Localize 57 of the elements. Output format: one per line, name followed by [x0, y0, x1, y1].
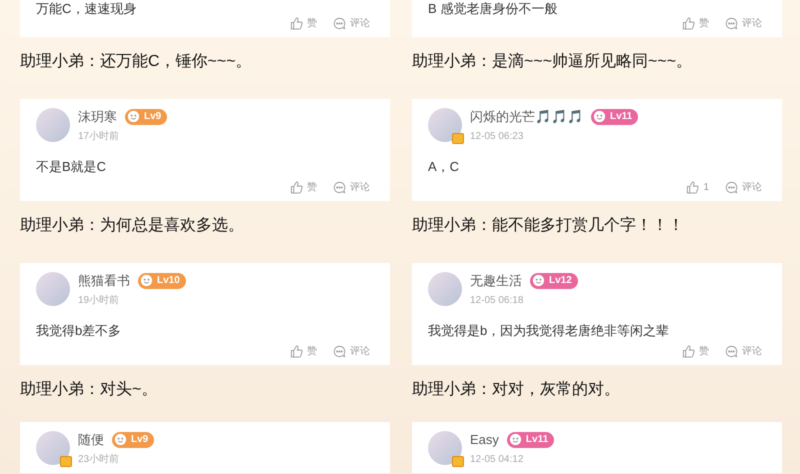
post-time: 19小时前	[78, 294, 120, 308]
comment-button[interactable]: 评论	[333, 344, 370, 359]
reply-text: 助理小弟：为何总是喜欢多选。	[20, 216, 245, 236]
thumbs-up-icon	[682, 17, 695, 30]
like-button[interactable]: 赞	[682, 16, 709, 31]
level-badge: Lv11	[506, 432, 554, 448]
smiley-face-icon	[532, 274, 545, 288]
post-time: 12-05 06:23	[470, 130, 524, 144]
post-time: 17小时前	[78, 130, 120, 144]
post-time: 23小时前	[78, 452, 120, 466]
like-button[interactable]: 赞	[290, 16, 317, 31]
reply-text: 助理小弟：是滴~~~帅逼所见略同~~~。	[412, 52, 694, 72]
comment-text: B 感觉老唐身份不一般	[428, 2, 558, 16]
level-badge: Lv9	[112, 432, 154, 448]
comment-button[interactable]: 评论	[333, 16, 370, 31]
level-badge: Lv10	[138, 272, 186, 289]
comment-button[interactable]: 评论	[725, 180, 762, 195]
comment-button[interactable]: 评论	[333, 180, 370, 195]
reply-text: 助理小弟：对对，灰常的对。	[412, 380, 621, 400]
smiley-face-icon	[593, 110, 606, 124]
reply-text: 助理小弟：还万能C，锤你~~~。	[20, 52, 253, 72]
like-button[interactable]: 1	[686, 180, 709, 195]
smiley-face-icon	[508, 433, 522, 446]
level-badge: Lv9	[125, 108, 168, 125]
thumbs-up-icon	[682, 345, 695, 358]
comment-bubble-icon	[333, 181, 346, 194]
comment-button[interactable]: 评论	[725, 16, 762, 31]
thumbs-up-icon	[290, 17, 303, 30]
comment-text: A，C	[428, 158, 460, 176]
post-time: 12-05 04:12	[470, 452, 524, 466]
thumbs-up-icon	[686, 181, 700, 194]
level-badge: Lv12	[530, 272, 578, 289]
comment-bubble-icon	[333, 17, 346, 30]
thumbs-up-icon	[290, 345, 303, 358]
user-name[interactable]: 随便	[78, 430, 104, 450]
level-badge: Lv11	[591, 108, 638, 125]
user-name[interactable]: 沫玥寒	[78, 107, 117, 126]
reply-text: 助理小弟：对头~。	[20, 380, 158, 400]
comment-text: 我觉得b差不多	[36, 322, 122, 340]
comment-text: 我觉得是b，因为我觉得老唐绝非等闲之辈	[428, 322, 670, 340]
user-name[interactable]: 熊猫看书	[78, 271, 130, 290]
like-button[interactable]: 赞	[290, 344, 317, 359]
comment-bubble-icon	[725, 345, 738, 358]
user-name[interactable]: 无趣生活	[470, 271, 522, 290]
user-name[interactable]: Easy	[470, 430, 499, 450]
comment-text: 万能C，速速现身	[36, 2, 138, 16]
comment-bubble-icon	[725, 17, 738, 30]
like-button[interactable]: 赞	[290, 180, 317, 195]
reply-text: 助理小弟：能不能多打赏几个字！！！	[412, 216, 685, 236]
comment-text: 不是B就是C	[36, 158, 108, 176]
comment-button[interactable]: 评论	[725, 344, 762, 359]
thumbs-up-icon	[290, 181, 303, 194]
comment-bubble-icon	[725, 181, 738, 194]
comment-bubble-icon	[333, 345, 346, 358]
user-name[interactable]: 闪烁的光芒🎵🎵🎵	[470, 107, 583, 126]
post-time: 12-05 06:18	[470, 294, 524, 308]
like-button[interactable]: 赞	[682, 344, 709, 359]
